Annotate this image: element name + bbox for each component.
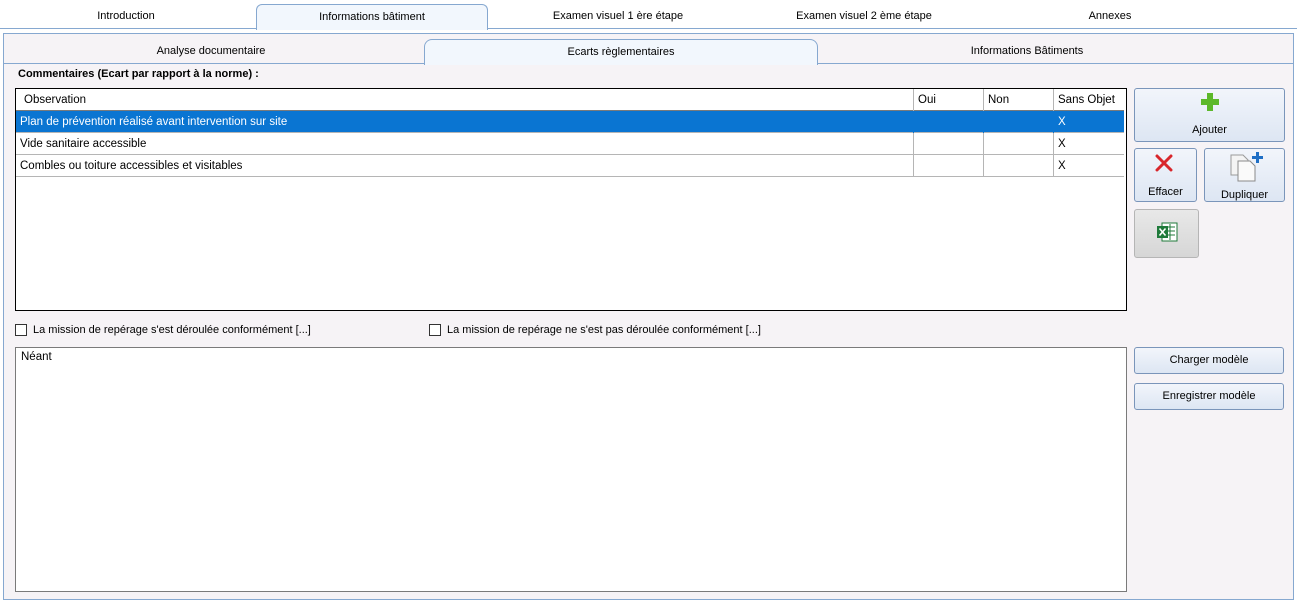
main-tab-bar: Introduction Informations bâtiment Exame… <box>0 0 1297 30</box>
add-button[interactable]: Ajouter <box>1134 88 1285 142</box>
sub-tab-bar: Analyse documentaire Ecarts règlementair… <box>4 34 1293 65</box>
tab-introduction[interactable]: Introduction <box>60 4 192 29</box>
save-template-label: Enregistrer modèle <box>1162 390 1256 402</box>
tab-ecarts-reglementaires[interactable]: Ecarts règlementaires <box>424 39 818 65</box>
checkbox-conforme[interactable]: La mission de repérage s'est déroulée co… <box>15 324 311 336</box>
cell-observation[interactable]: Plan de prévention réalisé avant interve… <box>16 111 914 133</box>
cell-oui[interactable] <box>914 111 984 133</box>
duplicate-button[interactable]: Dupliquer <box>1204 148 1285 202</box>
delete-x-icon <box>1155 154 1173 172</box>
save-template-button[interactable]: Enregistrer modèle <box>1134 383 1284 410</box>
cell-observation[interactable]: Vide sanitaire accessible <box>16 133 914 155</box>
checkbox-conforme-box[interactable] <box>15 324 27 336</box>
tab-annexes[interactable]: Annexes <box>1050 4 1170 29</box>
cell-oui[interactable] <box>914 133 984 155</box>
checkbox-non-conforme-label: La mission de repérage ne s'est pas déro… <box>447 324 761 336</box>
checkbox-non-conforme[interactable]: La mission de repérage ne s'est pas déro… <box>429 324 761 336</box>
checkbox-conforme-label: La mission de repérage s'est déroulée co… <box>33 324 311 336</box>
excel-icon <box>1157 222 1178 242</box>
section-title: Commentaires (Ecart par rapport à la nor… <box>18 68 259 80</box>
delete-button-label: Effacer <box>1148 186 1183 198</box>
cell-oui[interactable] <box>914 155 984 177</box>
cell-non[interactable] <box>984 133 1054 155</box>
column-header-oui[interactable]: Oui <box>914 89 984 111</box>
table-row[interactable]: Vide sanitaire accessible X <box>16 133 1124 155</box>
column-header-non[interactable]: Non <box>984 89 1054 111</box>
cell-sans-objet[interactable]: X <box>1054 155 1124 177</box>
observations-table: Observation Oui Non Sans Objet Plan de p… <box>15 88 1127 311</box>
cell-sans-objet[interactable]: X <box>1054 133 1124 155</box>
tab-examen-visuel-2[interactable]: Examen visuel 2 ème étape <box>764 4 964 29</box>
cell-non[interactable] <box>984 111 1054 133</box>
table-header: Observation Oui Non Sans Objet <box>16 89 1124 111</box>
export-excel-button[interactable] <box>1134 209 1199 258</box>
table-row[interactable]: Plan de prévention réalisé avant interve… <box>16 111 1124 133</box>
tab-informations-batiment[interactable]: Informations bâtiment <box>256 4 488 30</box>
add-button-label: Ajouter <box>1192 124 1227 136</box>
content-panel: Analyse documentaire Ecarts règlementair… <box>3 33 1294 600</box>
cell-observation[interactable]: Combles ou toiture accessibles et visita… <box>16 155 914 177</box>
column-header-sans-objet[interactable]: Sans Objet <box>1054 89 1124 111</box>
tab-examen-visuel-1[interactable]: Examen visuel 1 ère étape <box>518 4 718 29</box>
delete-button[interactable]: Effacer <box>1134 148 1197 202</box>
column-header-observation[interactable]: Observation <box>16 89 914 111</box>
cell-non[interactable] <box>984 155 1054 177</box>
load-template-label: Charger modèle <box>1169 354 1249 366</box>
table-row[interactable]: Combles ou toiture accessibles et visita… <box>16 155 1124 177</box>
load-template-button[interactable]: Charger modèle <box>1134 347 1284 374</box>
checkbox-non-conforme-box[interactable] <box>429 324 441 336</box>
tab-divider <box>0 28 1297 29</box>
comment-textarea[interactable]: Néant <box>15 347 1127 592</box>
duplicate-document-icon <box>1230 152 1263 182</box>
duplicate-button-label: Dupliquer <box>1220 189 1269 201</box>
plus-icon <box>1201 93 1219 111</box>
tab-analyse-documentaire[interactable]: Analyse documentaire <box>64 39 358 64</box>
cell-sans-objet[interactable]: X <box>1054 111 1124 133</box>
tab-informations-batiments[interactable]: Informations Bâtiments <box>884 39 1170 64</box>
